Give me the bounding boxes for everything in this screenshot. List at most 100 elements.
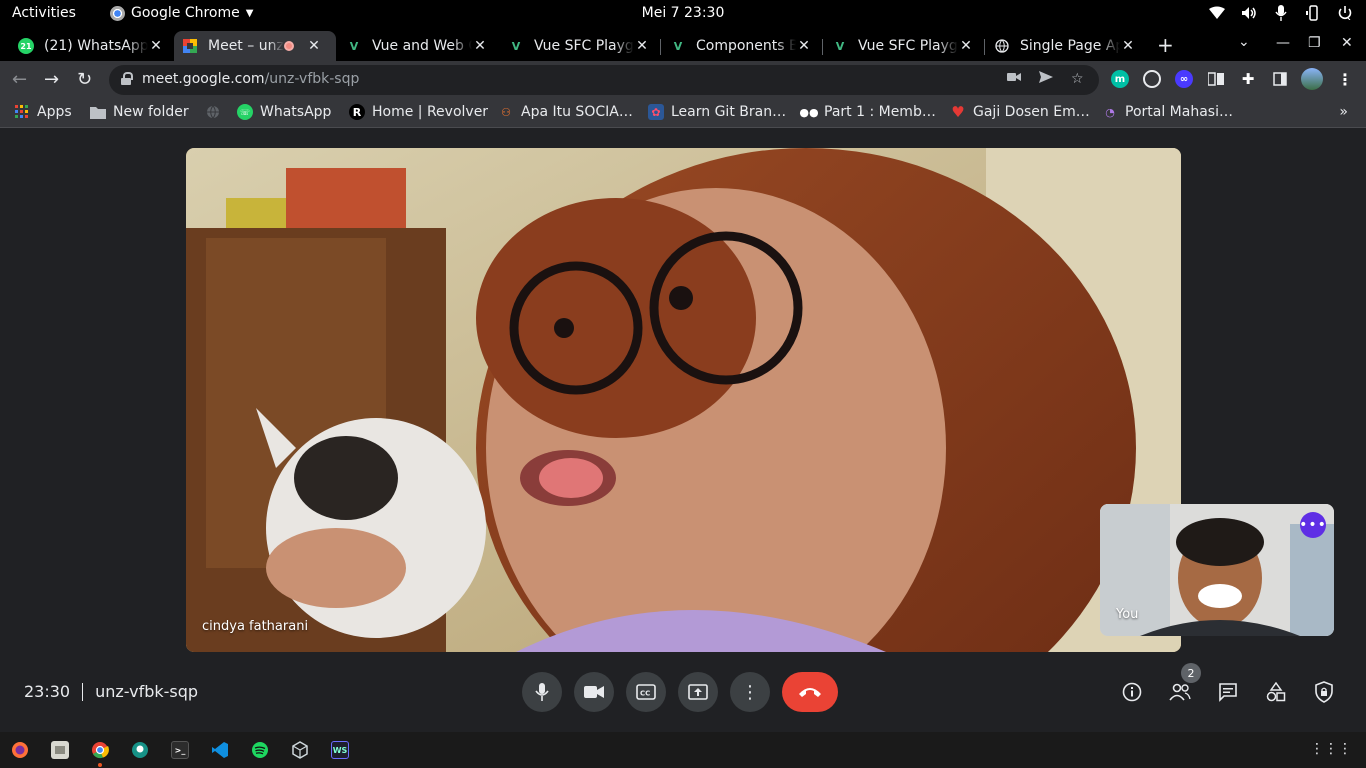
- reading-list-icon[interactable]: [1207, 70, 1225, 88]
- revolver-icon: R: [349, 104, 365, 120]
- taskbar-dock: [0, 732, 1366, 768]
- lock-icon[interactable]: [121, 72, 133, 85]
- tab-whatsapp[interactable]: 21 (21) WhatsApp ✕: [10, 31, 172, 61]
- extension-infinity-icon[interactable]: ∞: [1175, 70, 1193, 88]
- close-icon[interactable]: ✕: [634, 38, 650, 54]
- tab-title: (21) WhatsApp: [44, 38, 148, 54]
- extension-camera-icon[interactable]: [1143, 70, 1161, 88]
- leave-call-button[interactable]: [782, 672, 838, 712]
- tab-title: Single Page Application: [1020, 38, 1120, 54]
- tab-separator: [660, 39, 661, 55]
- present-screen-button[interactable]: [678, 672, 718, 712]
- participants-button[interactable]: [1168, 680, 1192, 704]
- close-icon[interactable]: ✕: [1120, 38, 1136, 54]
- terminal-icon[interactable]: >_: [171, 741, 189, 759]
- microphone-icon: [535, 683, 549, 701]
- close-icon[interactable]: ✕: [796, 38, 812, 54]
- tab-single-page-application[interactable]: Single Page Application ✕: [986, 31, 1144, 61]
- tab-vue-web-components[interactable]: V Vue and Web Components ✕: [338, 31, 496, 61]
- url-host: meet.google.com: [142, 71, 265, 87]
- host-controls-button[interactable]: [1312, 680, 1336, 704]
- bookmarks-overflow-icon[interactable]: »: [1339, 104, 1348, 120]
- chat-icon: [1219, 683, 1237, 702]
- self-view-tile[interactable]: You •••: [1100, 504, 1334, 636]
- heart-icon: ♥: [951, 103, 965, 121]
- extension-m-icon[interactable]: m: [1111, 70, 1129, 88]
- more-options-button[interactable]: ⋮: [730, 672, 770, 712]
- close-icon[interactable]: ✕: [958, 38, 974, 54]
- captions-button[interactable]: CC: [626, 672, 666, 712]
- divider: [82, 682, 84, 701]
- chat-button[interactable]: [1216, 680, 1240, 704]
- tab-meet[interactable]: Meet – unz-vfbk-sqp ✕: [174, 31, 336, 61]
- tab-vue-sfc-playground[interactable]: V Vue SFC Playground ✕: [500, 31, 658, 61]
- tab-vue-sfc-playground-2[interactable]: V Vue SFC Playground ✕: [824, 31, 982, 61]
- close-icon[interactable]: ✕: [472, 38, 488, 54]
- show-applications-icon[interactable]: ⋮⋮⋮: [1310, 741, 1352, 757]
- battery-phone-icon[interactable]: [1304, 4, 1322, 22]
- participant-video-frame: [186, 148, 1181, 652]
- google-meet-icon: [182, 38, 198, 54]
- share-send-icon[interactable]: [1039, 71, 1053, 87]
- close-window-button[interactable]: ✕: [1341, 35, 1353, 51]
- firefox-icon[interactable]: [11, 741, 29, 759]
- chrome-menu-icon[interactable]: ⋮: [1336, 70, 1354, 89]
- forward-button[interactable]: →: [44, 69, 59, 90]
- bookmark-star-icon[interactable]: ☆: [1071, 71, 1084, 87]
- bookmark-part-1[interactable]: ●● Part 1 : Memb…: [799, 104, 935, 120]
- side-panel-icon[interactable]: [1271, 70, 1289, 88]
- bookmark-apps[interactable]: Apps: [14, 104, 72, 120]
- app-menu[interactable]: Google Chrome ▼: [110, 5, 253, 21]
- tab-search-chevron-icon[interactable]: ⌄: [1238, 34, 1250, 50]
- profile-avatar[interactable]: [1301, 68, 1323, 90]
- bookmark-apa-itu-social[interactable]: ⚇ Apa Itu SOCIA…: [498, 104, 633, 120]
- address-bar[interactable]: meet.google.com/unz-vfbk-sqp ☆: [109, 65, 1099, 95]
- activities-button[interactable]: [1264, 680, 1288, 704]
- files-icon[interactable]: [51, 741, 69, 759]
- vscode-icon[interactable]: [211, 741, 229, 759]
- wifi-icon[interactable]: [1208, 4, 1226, 22]
- microphone-button[interactable]: [522, 672, 562, 712]
- power-menu-icon[interactable]: [1336, 4, 1354, 22]
- bookmark-whatsapp[interactable]: ☏ WhatsApp: [237, 104, 331, 120]
- bookmark-new-folder[interactable]: New folder: [90, 104, 189, 120]
- close-icon[interactable]: ✕: [148, 38, 164, 54]
- chrome-dock-icon[interactable]: [91, 741, 109, 767]
- camera-in-use-icon[interactable]: [1007, 71, 1021, 87]
- whatsapp-icon: ☏: [237, 104, 253, 120]
- extensions-puzzle-icon[interactable]: ✚: [1239, 70, 1257, 88]
- tab-components-basics[interactable]: V Components Basics ✕: [662, 31, 820, 61]
- restore-button[interactable]: ❐: [1308, 35, 1321, 51]
- volume-icon[interactable]: [1240, 4, 1258, 22]
- bookmark-globe[interactable]: [205, 104, 221, 120]
- tab-title: Meet – unz-vfbk-sqp: [208, 38, 284, 54]
- url-text[interactable]: meet.google.com/unz-vfbk-sqp: [142, 71, 359, 87]
- apps-grid-icon: [14, 104, 30, 120]
- bookmark-gaji-dosen[interactable]: ♥ Gaji Dosen Em…: [950, 103, 1089, 121]
- minimize-button[interactable]: —: [1276, 35, 1290, 51]
- activities-button[interactable]: Activities: [12, 5, 76, 21]
- back-button[interactable]: ←: [12, 69, 27, 90]
- gitkraken-icon[interactable]: [131, 741, 149, 759]
- more-options-icon[interactable]: •••: [1299, 512, 1326, 538]
- tab-title: Vue SFC Playground: [858, 38, 958, 54]
- main-video-tile[interactable]: cindya fatharani: [186, 148, 1181, 652]
- microphone-icon[interactable]: [1272, 4, 1290, 22]
- bookmark-home-revolver[interactable]: R Home | Revolver: [349, 104, 488, 120]
- whatsapp-icon: 21: [18, 38, 34, 54]
- webstorm-icon[interactable]: WS: [331, 741, 349, 759]
- spotify-icon[interactable]: [251, 741, 269, 759]
- meeting-info-button[interactable]: [1120, 680, 1144, 704]
- reload-button[interactable]: ↻: [77, 69, 92, 90]
- close-icon[interactable]: ✕: [306, 38, 322, 54]
- browser-toolbar: ← → ↻ meet.google.com/unz-vfbk-sqp ☆: [0, 61, 1366, 99]
- virtualbox-icon[interactable]: [291, 741, 309, 759]
- system-tray[interactable]: [1208, 4, 1354, 22]
- bookmark-learn-git[interactable]: ✿ Learn Git Bran…: [648, 104, 786, 120]
- new-tab-button[interactable]: +: [1157, 33, 1174, 57]
- bookmark-label: Home | Revolver: [372, 104, 489, 120]
- camera-button[interactable]: [574, 672, 614, 712]
- bookmark-portal-mahasiswa[interactable]: ◔ Portal Mahasi…: [1102, 104, 1233, 120]
- info-icon: [1122, 682, 1142, 702]
- globe-icon: [205, 104, 221, 120]
